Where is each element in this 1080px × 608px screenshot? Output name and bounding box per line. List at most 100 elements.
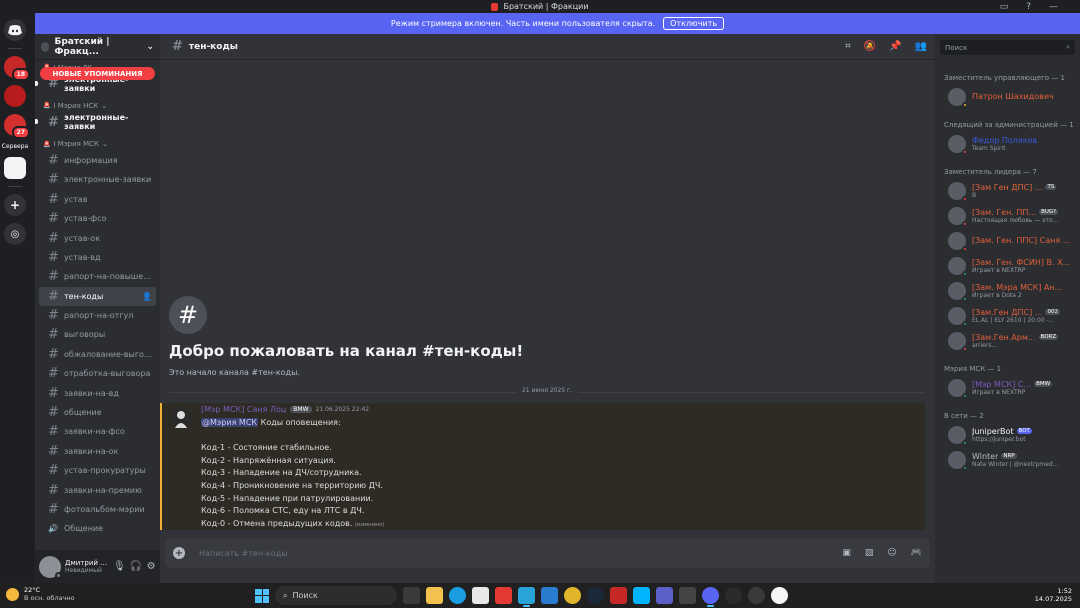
game-launcher-icon[interactable]: [610, 587, 627, 604]
sticker-icon[interactable]: ▧: [865, 548, 874, 558]
member-activity: Играет в NEXTRP: [972, 266, 1026, 274]
emoji-icon[interactable]: ☺: [887, 548, 896, 558]
weather-widget[interactable]: 22°C В осн. облачно: [6, 586, 75, 602]
server-icon-folder[interactable]: [4, 157, 26, 179]
yandex-browser-icon[interactable]: [771, 587, 788, 604]
user-name[interactable]: Дмитрий Евге...: [65, 559, 109, 567]
channel-category[interactable]: 🚨 I Мэрия МСК ⌄: [35, 138, 160, 151]
activities-icon[interactable]: 🎮: [911, 548, 922, 558]
status-indicator: [962, 245, 968, 252]
cloud-app-icon[interactable]: [633, 587, 650, 604]
member-item[interactable]: [Мэр МСК] С... BMW Играет в NEXTRP: [935, 375, 1080, 400]
gif-icon[interactable]: ▣: [842, 548, 851, 558]
member-list-icon[interactable]: 👥: [915, 41, 927, 52]
threads-icon[interactable]: ⌗: [845, 41, 851, 52]
minimize-icon[interactable]: —: [1049, 2, 1058, 12]
server-icon[interactable]: [4, 85, 26, 107]
headphones-icon[interactable]: 🎧: [130, 561, 142, 572]
text-channel[interactable]: # устав-фсо: [39, 209, 156, 228]
text-channel[interactable]: # отработка-выговора: [39, 364, 156, 383]
obs-icon[interactable]: [725, 587, 742, 604]
member-item[interactable]: [Зам.Ген ДПС] ... 002 EL.AL | ELY 2610 | 2…: [935, 303, 1080, 328]
system-clock[interactable]: 1:52 14.07.2025: [1035, 587, 1072, 603]
channel-category[interactable]: 🚨 I Мэрия НСК ⌄: [35, 99, 160, 112]
server-icon[interactable]: 18: [4, 56, 30, 81]
server-folder-label[interactable]: Сервера: [2, 143, 28, 150]
help-icon[interactable]: ?: [1026, 2, 1031, 12]
member-item[interactable]: [Зам Ген ДПС] ... TS B: [935, 178, 1080, 203]
inbox-icon[interactable]: ▭: [1000, 2, 1009, 12]
server-header[interactable]: Братский | Фракц... ⌄: [35, 34, 160, 60]
new-mentions-pill[interactable]: НОВЫЕ УПОМИНАНИЯ: [40, 67, 155, 80]
voice-channel[interactable]: 🔊 Общение: [39, 519, 156, 538]
gear-icon[interactable]: ⚙: [146, 561, 156, 572]
steam-icon[interactable]: [587, 587, 604, 604]
file-explorer-icon[interactable]: [426, 587, 443, 604]
text-channel[interactable]: # устав: [39, 190, 156, 209]
pin-icon[interactable]: 📌: [889, 41, 901, 52]
message-composer[interactable]: + Написать #тен-коды ▣ ▧ ☺ 🎮: [165, 538, 930, 568]
microphone-icon[interactable]: 🎙: [113, 561, 126, 572]
teams-icon[interactable]: [656, 587, 673, 604]
message-author[interactable]: [Мэр МСК] Саня Лоц: [201, 405, 286, 414]
hash-icon: #: [48, 308, 59, 324]
disable-streamer-mode-button[interactable]: Отключить: [663, 17, 725, 30]
avatar[interactable]: [39, 555, 62, 579]
member-activity: B: [972, 191, 977, 199]
text-channel[interactable]: # заявки-на-фсо: [39, 422, 156, 441]
vscode-icon[interactable]: [541, 587, 558, 604]
add-attachment-icon[interactable]: +: [173, 547, 185, 559]
member-item[interactable]: [Зам. Ген. ППС] Саня ...: [935, 228, 1080, 253]
explore-servers-icon[interactable]: ◎: [4, 223, 26, 245]
hash-icon: #: [48, 114, 59, 130]
text-channel[interactable]: # рапорт-на-повыше...: [39, 267, 156, 286]
text-channel[interactable]: # обжалование-выго...: [39, 345, 156, 364]
status-indicator: [962, 345, 968, 352]
telegram-icon[interactable]: [518, 587, 535, 607]
text-channel[interactable]: # заявки-на-ок: [39, 442, 156, 461]
start-button-icon[interactable]: [255, 588, 269, 603]
text-channel[interactable]: # информация: [39, 151, 156, 170]
member-item[interactable]: Патрон Шахидович: [935, 84, 1080, 109]
add-server-icon[interactable]: +: [4, 194, 26, 216]
message-input[interactable]: Написать #тен-коды: [199, 549, 828, 558]
search-placeholder: Поиск: [945, 43, 968, 52]
text-channel[interactable]: # электронные-заявки: [35, 112, 156, 131]
text-channel[interactable]: # фотоальбом-мэрии: [39, 500, 156, 519]
text-channel[interactable]: # выговоры: [39, 325, 156, 344]
member-item[interactable]: [Зам. Ген. ПП... BUG? Настоящая любовь — э…: [935, 203, 1080, 228]
member-item[interactable]: [Зам. Ген. ФСИН] В. Х... Играет в NEXTRP: [935, 253, 1080, 278]
member-item[interactable]: JuniperBot BOT https://juniper.bot: [935, 422, 1080, 447]
discord-home-icon[interactable]: [4, 19, 26, 41]
message-content: @Мэрия МСК Коды оповещения: Код-1 - Сост…: [201, 417, 384, 531]
member-item[interactable]: [Зам.Ген.Арм... BORZ arriers...: [935, 328, 1080, 353]
gift-app-icon[interactable]: [495, 587, 512, 604]
text-channel[interactable]: # тен-коды 👤: [39, 286, 156, 306]
text-channel[interactable]: # заявки-на-премию: [39, 480, 156, 499]
text-channel[interactable]: # устав-ок: [39, 228, 156, 247]
avatar[interactable]: [170, 407, 192, 429]
text-channel[interactable]: # электронные-заявки: [39, 170, 156, 189]
text-channel[interactable]: # рапорт-на-отгул: [39, 306, 156, 325]
task-view-icon[interactable]: [403, 587, 420, 604]
member-item[interactable]: [Зам. Мэра МСК] Ан... Играет в Dota 2: [935, 278, 1080, 303]
edge-icon[interactable]: [449, 587, 466, 604]
notifications-muted-icon[interactable]: 🔕: [864, 41, 876, 52]
server-icon[interactable]: 27: [4, 114, 30, 139]
media-player-icon[interactable]: [748, 587, 765, 604]
member-item[interactable]: Федор Поляков Team Spirit: [935, 131, 1080, 156]
message[interactable]: [Мэр МСК] Саня Лоц BMW 21.06.2025 22:42 …: [160, 403, 925, 530]
text-channel[interactable]: # заявки-на-вд: [39, 383, 156, 402]
terminal-icon[interactable]: [679, 587, 696, 604]
search-input[interactable]: Поиск ⌕: [940, 40, 1075, 55]
text-channel[interactable]: # устав-вд: [39, 248, 156, 267]
chrome-icon[interactable]: [564, 587, 581, 604]
discord-icon[interactable]: [702, 587, 719, 607]
role-mention[interactable]: @Мэрия МСК: [201, 418, 259, 427]
text-channel[interactable]: # общение: [39, 403, 156, 422]
store-icon[interactable]: [472, 587, 489, 604]
invite-icon[interactable]: 👤: [142, 292, 152, 301]
taskbar-search[interactable]: ⌕ Поиск: [275, 586, 397, 605]
member-item[interactable]: Winter NRP Nata Winter | @nextrpmed...: [935, 447, 1080, 472]
text-channel[interactable]: # устав-прокуратуры: [39, 461, 156, 480]
